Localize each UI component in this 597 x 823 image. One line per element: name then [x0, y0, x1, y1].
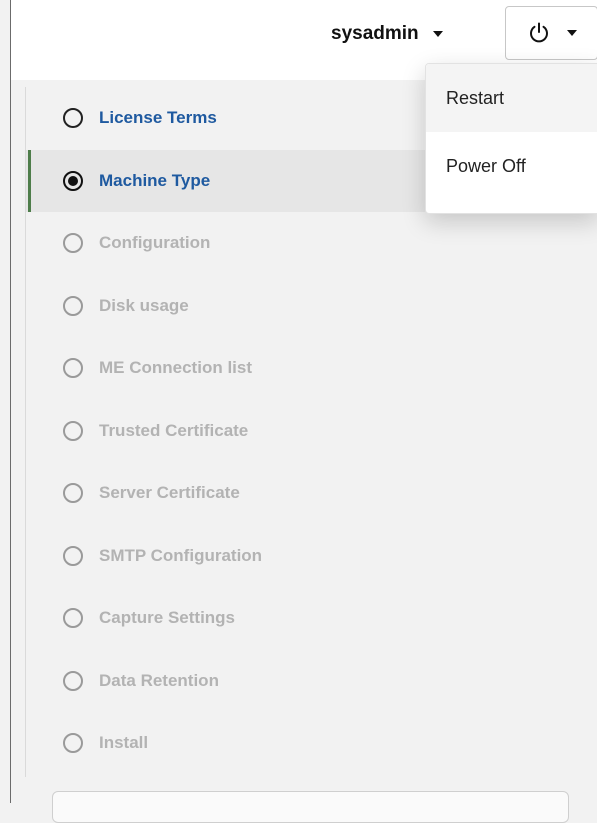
power-menu-button[interactable]: [505, 6, 597, 60]
step-label: License Terms: [99, 108, 217, 128]
step-label: Capture Settings: [99, 608, 236, 628]
radio-icon: [63, 670, 83, 691]
wizard-step[interactable]: Trusted Certificate: [26, 400, 597, 463]
step-label: SMTP Configuration: [99, 545, 263, 565]
step-label: Disk usage: [99, 295, 189, 315]
wizard-step[interactable]: Data Retention: [26, 650, 597, 713]
wizard-step[interactable]: SMTP Configuration: [26, 525, 597, 588]
step-label: Data Retention: [99, 670, 219, 690]
step-label: Configuration: [99, 233, 211, 253]
chevron-down-icon: [432, 31, 443, 37]
radio-icon: [63, 733, 83, 754]
content-card: [52, 791, 569, 823]
radio-icon: [63, 545, 83, 566]
step-label: ME Connection list: [99, 358, 252, 378]
username-label: sysadmin: [331, 23, 419, 44]
wizard-step[interactable]: Install: [26, 712, 597, 775]
user-menu-toggle[interactable]: sysadmin: [331, 22, 443, 46]
window-left-edge: [10, 0, 11, 803]
step-label: Server Certificate: [99, 483, 240, 503]
chevron-down-icon: [566, 30, 577, 36]
radio-icon: [63, 295, 83, 316]
power-dropdown-menu: Restart Power Off: [425, 63, 597, 214]
radio-icon: [63, 358, 83, 379]
radio-icon: [63, 233, 83, 254]
step-label: Trusted Certificate: [99, 420, 249, 440]
radio-selected-icon: [63, 170, 83, 191]
radio-icon: [63, 608, 83, 629]
wizard-step[interactable]: Configuration: [26, 212, 597, 275]
menu-item-power-off[interactable]: Power Off: [426, 132, 597, 200]
wizard-step[interactable]: ME Connection list: [26, 337, 597, 400]
radio-icon: [63, 483, 83, 504]
wizard-step[interactable]: Disk usage: [26, 275, 597, 338]
step-label: Install: [99, 733, 149, 753]
power-icon: [529, 22, 548, 43]
radio-icon: [63, 108, 83, 129]
wizard-step[interactable]: Server Certificate: [26, 462, 597, 525]
radio-icon: [63, 420, 83, 441]
menu-item-restart[interactable]: Restart: [426, 64, 597, 132]
wizard-step[interactable]: Capture Settings: [26, 587, 597, 650]
step-label: Machine Type: [99, 170, 211, 190]
